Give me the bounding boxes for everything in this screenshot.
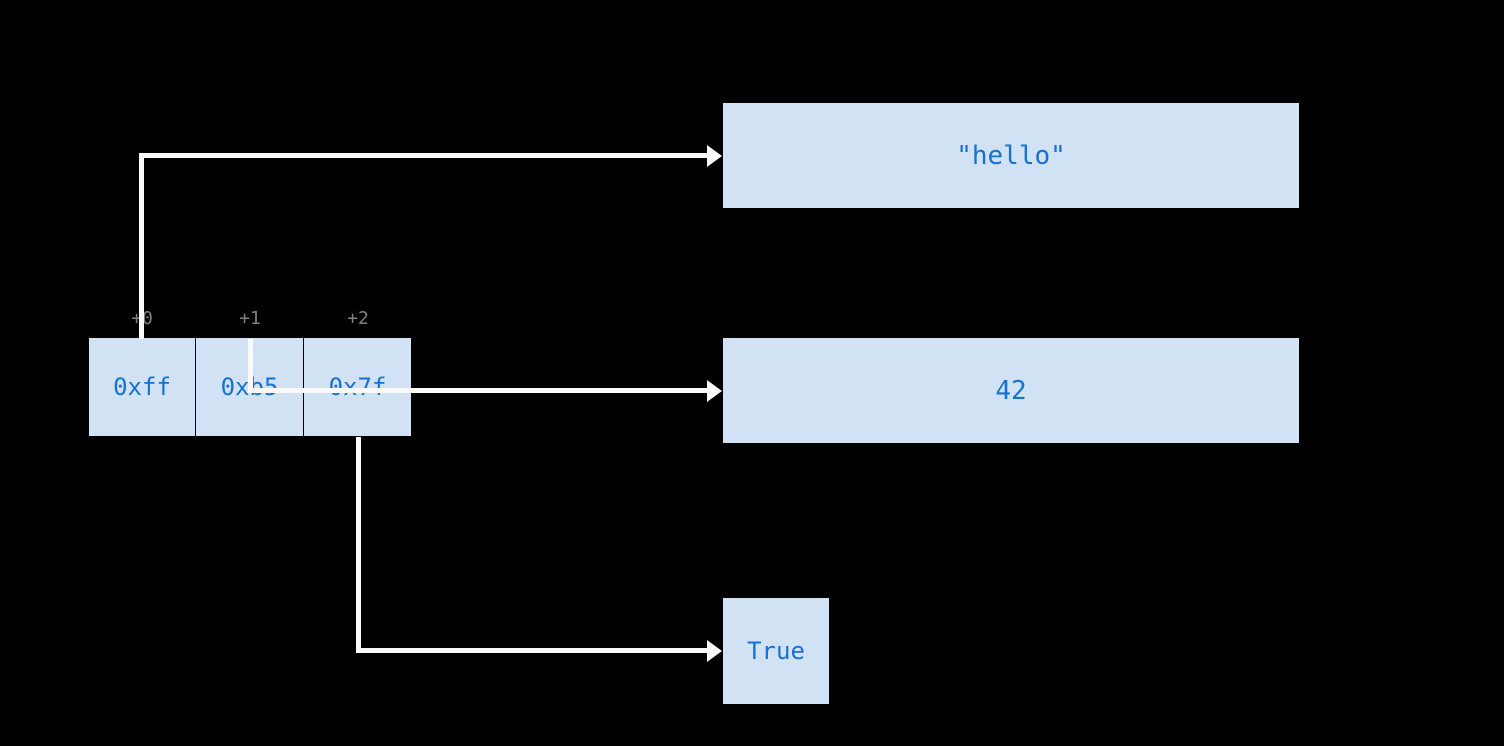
offset-label-1: +1	[196, 308, 304, 329]
arrow-2-horizontal	[250, 388, 707, 393]
arrow-2-vertical	[248, 339, 253, 393]
offset-label-2: +2	[304, 308, 412, 329]
arrow-1-head	[707, 145, 722, 167]
offset-labels-row: +0 +1 +2	[88, 308, 412, 329]
arrow-1-vertical	[139, 155, 144, 339]
arrow-2-head	[707, 380, 722, 402]
byte-cell-2: 0x7f	[304, 337, 412, 437]
object-boolean: True	[722, 597, 830, 705]
arrow-1-horizontal	[139, 153, 707, 158]
arrow-3-vertical	[356, 437, 361, 650]
diagram-canvas: +0 +1 +2 0xff 0xb5 0x7f "hello" 42 True	[0, 0, 1504, 746]
arrow-3-head	[707, 640, 722, 662]
arrow-3-horizontal	[356, 648, 707, 653]
object-string: "hello"	[722, 102, 1300, 209]
byte-cell-0: 0xff	[88, 337, 196, 437]
object-integer: 42	[722, 337, 1300, 444]
